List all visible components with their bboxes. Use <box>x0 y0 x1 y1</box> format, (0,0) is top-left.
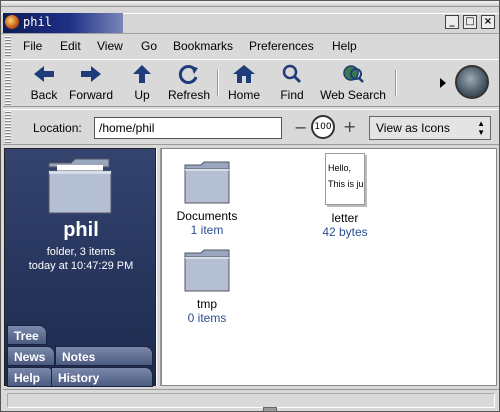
menu-go[interactable]: Go <box>141 39 157 53</box>
menu-bar: File Edit View Go Bookmarks Preferences … <box>15 36 499 56</box>
magnifier-icon <box>282 64 302 84</box>
window-title: phil <box>23 15 52 29</box>
tab-news[interactable]: News <box>7 346 55 366</box>
status-field <box>7 393 495 408</box>
tab-history[interactable]: History <box>51 367 153 387</box>
window-resize-handle[interactable] <box>263 407 277 412</box>
window-frame-top <box>1 1 499 7</box>
file-detail: 42 bytes <box>322 225 368 239</box>
throbber-icon <box>455 65 489 99</box>
toolbar-separator <box>217 70 219 96</box>
file-name: letter <box>331 211 359 225</box>
tab-tree[interactable]: Tree <box>7 325 47 345</box>
web-search-globe-icon <box>343 65 364 83</box>
folder-modified-time: today at 10:47:29 PM <box>28 260 134 272</box>
toolbar-separator <box>395 70 397 96</box>
file-item[interactable]: Hello, This is ju letter 42 bytes <box>300 153 390 239</box>
back-arrow-icon <box>34 66 54 82</box>
refresh-icon <box>178 65 198 84</box>
zoom-level[interactable]: 100 <box>311 115 335 139</box>
up-button[interactable]: Up <box>129 64 155 102</box>
file-name: tmp <box>196 297 217 311</box>
forward-arrow-icon <box>81 66 101 82</box>
menu-preferences[interactable]: Preferences <box>249 39 314 53</box>
menu-view[interactable]: View <box>97 39 123 53</box>
file-manager-window: phil _ □ × File Edit View Go Bookmarks P… <box>0 0 500 412</box>
location-label: Location: <box>33 121 82 135</box>
tab-notes[interactable]: Notes <box>55 346 153 366</box>
sidebar-folder-info: folder, 3 items today at 10:47:29 PM <box>5 245 157 273</box>
file-item[interactable]: tmp 0 items <box>162 249 252 325</box>
view-as-value: View as Icons <box>376 121 450 135</box>
file-item[interactable]: Documents 1 item <box>162 161 252 237</box>
menu-help[interactable]: Help <box>332 39 357 53</box>
title-bar[interactable]: phil _ □ × <box>1 1 499 34</box>
location-input[interactable]: /home/phil <box>94 117 282 139</box>
web-search-label: Web Search <box>320 88 386 102</box>
sidebar: phil folder, 3 items today at 10:47:29 P… <box>4 148 157 387</box>
forward-label: Forward <box>68 88 113 102</box>
up-label: Up <box>134 88 150 102</box>
menubar-grip[interactable] <box>5 36 11 56</box>
tab-help[interactable]: Help <box>7 367 55 387</box>
toolbar-overflow-arrow-icon[interactable] <box>439 78 447 88</box>
home-icon <box>233 65 255 83</box>
folder-icon <box>48 158 112 214</box>
find-label: Find <box>280 88 304 102</box>
close-button[interactable]: × <box>481 15 495 29</box>
web-search-button[interactable]: Web Search <box>317 64 389 102</box>
preview-line: This is ju <box>328 179 364 189</box>
folder-item-count: folder, 3 items <box>46 246 116 258</box>
folder-icon <box>184 161 230 204</box>
menu-file[interactable]: File <box>23 39 42 53</box>
select-arrows-icon: ▲ ▼ <box>477 119 485 137</box>
home-button[interactable]: Home <box>225 64 263 102</box>
home-label: Home <box>227 88 260 102</box>
toolbar: Back Forward Up Refresh Home Find Web Se… <box>3 59 499 107</box>
icon-view[interactable]: Documents 1 item Hello, This is ju lette… <box>161 148 497 386</box>
zoom-in-icon[interactable]: + <box>343 117 356 136</box>
up-arrow-icon <box>133 65 151 83</box>
preview-line: Hello, <box>328 163 352 173</box>
refresh-button[interactable]: Refresh <box>167 64 211 102</box>
zoom-out-icon[interactable]: − <box>294 118 307 137</box>
maximize-button[interactable]: □ <box>463 15 477 29</box>
location-bar: Location: /home/phil − 100 + View as Ico… <box>3 109 499 145</box>
forward-button[interactable]: Forward <box>67 64 115 102</box>
folder-icon <box>184 249 230 292</box>
sidebar-folder-name: phil <box>63 219 99 241</box>
menu-bookmarks[interactable]: Bookmarks <box>173 39 233 53</box>
file-detail: 0 items <box>187 311 227 325</box>
menu-edit[interactable]: Edit <box>60 39 81 53</box>
title-tab[interactable] <box>3 13 123 33</box>
status-bar <box>3 389 499 409</box>
window-menu-icon[interactable] <box>5 15 19 29</box>
file-detail: 1 item <box>190 223 224 237</box>
minimize-button[interactable]: _ <box>445 15 459 29</box>
view-as-select[interactable]: View as Icons ▲ ▼ <box>369 116 491 140</box>
back-label: Back <box>30 88 58 102</box>
text-document-icon: Hello, This is ju <box>325 153 365 205</box>
file-name: Documents <box>176 209 238 223</box>
refresh-label: Refresh <box>167 88 211 102</box>
back-button[interactable]: Back <box>27 64 61 102</box>
find-button[interactable]: Find <box>277 64 307 102</box>
